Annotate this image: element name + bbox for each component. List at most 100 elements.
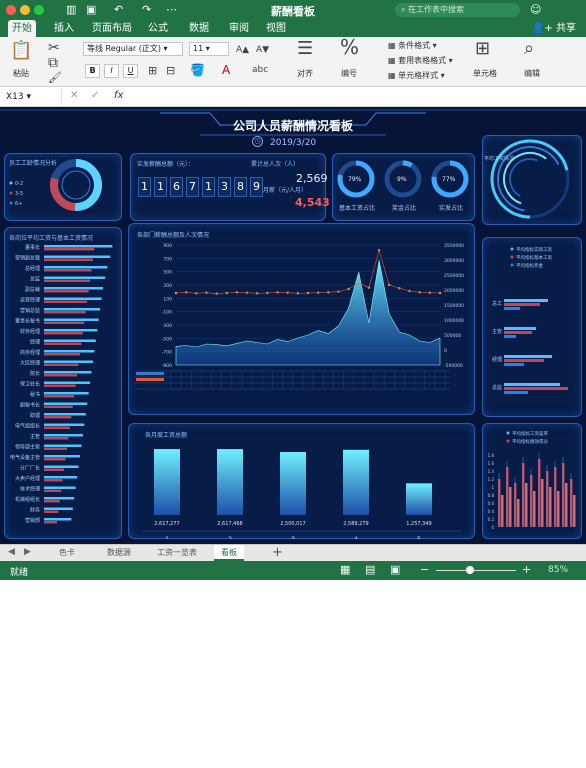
share-label: 共享 xyxy=(556,23,576,34)
zoom-slider[interactable] xyxy=(436,570,516,571)
underline-button[interactable]: U xyxy=(123,64,138,78)
rm-legend-label: 平均指标奖金 xyxy=(516,262,543,269)
zoom-slider-thumb[interactable] xyxy=(466,566,474,574)
italic-button[interactable]: I xyxy=(104,64,119,78)
position-label: 营销部 xyxy=(25,517,40,524)
font-color-icon[interactable]: A xyxy=(222,62,230,78)
monthly-bar-label: 2,500,017 xyxy=(280,521,305,527)
dept-y-right-tick: 2000000 xyxy=(444,288,464,294)
dashboard-date: 2019/3/20 xyxy=(270,138,317,148)
fx-icon[interactable]: fx xyxy=(114,90,123,101)
rm-bar xyxy=(504,355,552,358)
legend-label-1: 0-2 xyxy=(15,181,23,187)
formula-input[interactable] xyxy=(132,89,582,105)
page-layout-view-icon[interactable]: ▤ xyxy=(365,563,375,576)
font-name-select[interactable]: 等线 Regular (正文) ▾ xyxy=(83,42,183,56)
format-painter-icon[interactable]: 🖌 xyxy=(48,70,62,86)
position-avg-bar xyxy=(44,297,102,300)
position-label: 财务 xyxy=(30,507,40,514)
fill-color-icon[interactable]: 🪣 xyxy=(190,62,205,78)
next-sheet-icon[interactable]: ▶ xyxy=(24,547,31,557)
position-avg-bar xyxy=(44,245,113,248)
dept-y-left-tick: -300 xyxy=(162,323,172,329)
tab-data[interactable]: 数据 xyxy=(185,20,213,37)
tab-home[interactable]: 开始 xyxy=(8,20,36,37)
page-break-view-icon[interactable]: ▣ xyxy=(390,563,400,576)
zoom-out-icon[interactable]: − xyxy=(420,563,429,576)
rm-bar xyxy=(504,391,528,394)
add-sheet-icon[interactable]: + xyxy=(272,545,283,560)
search-edit-icon[interactable]: ⌕ xyxy=(524,40,534,58)
increase-font-icon[interactable]: A▲ xyxy=(236,42,249,58)
rm-bar xyxy=(504,363,524,366)
confirm-formula-icon[interactable]: ✓ xyxy=(91,90,99,101)
dept-y-right-tick: 2500000 xyxy=(444,273,464,279)
rm-bar xyxy=(504,299,548,302)
rb-bar xyxy=(525,483,528,527)
sheet-tab-dashboard[interactable]: 看板 xyxy=(214,545,244,561)
radial-label: 平均工资情况 xyxy=(484,156,515,162)
sheet-search-input[interactable]: ⌕ 在工作表中搜索 xyxy=(395,3,520,17)
position-label: 大区经理 xyxy=(20,360,40,367)
dept-y-right-tick: 0 xyxy=(444,348,447,354)
rm-category: 总工 xyxy=(492,300,502,307)
position-avg-bar xyxy=(44,476,78,479)
borders-icon[interactable]: ⊞ xyxy=(148,63,157,79)
decrease-font-icon[interactable]: A▼ xyxy=(256,42,269,58)
percent-icon[interactable]: % xyxy=(340,37,359,57)
merge-icon[interactable]: ⊟ xyxy=(166,63,175,79)
cancel-formula-icon[interactable]: ✕ xyxy=(70,90,78,101)
conditional-format-button[interactable]: ▦ 条件格式 ▾ xyxy=(388,40,437,51)
paste-icon[interactable]: 📋 xyxy=(10,42,32,60)
rb-bar xyxy=(517,499,520,527)
normal-view-icon[interactable]: ▦ xyxy=(340,563,350,576)
rb-legend-label: 平均指标绩效得分 xyxy=(512,438,548,445)
monthly-category: 5 xyxy=(417,536,421,539)
rb-bar xyxy=(522,463,525,527)
position-label: 运营经理 xyxy=(20,297,40,304)
sheet-tab-datasource[interactable]: 数据源 xyxy=(100,545,138,561)
prev-sheet-icon[interactable]: ◀ xyxy=(8,547,15,557)
sheet-tab-colors[interactable]: 色卡 xyxy=(52,545,82,561)
position-base-bar xyxy=(44,248,95,251)
bold-button[interactable]: B xyxy=(85,64,100,78)
dept-y-left-tick: 700 xyxy=(163,256,172,262)
rm-category: 经理 xyxy=(492,356,502,363)
sheet-tab-salary-list[interactable]: 工资一览表 xyxy=(150,545,204,561)
position-base-bar xyxy=(44,279,91,282)
position-avg-bar xyxy=(44,350,95,353)
status-bar: 就绪 ▦ ▤ ▣ − + 85% xyxy=(0,561,586,580)
gauge-2-pct: 9% xyxy=(397,176,407,183)
user-icon[interactable]: ☺ xyxy=(530,3,541,17)
phonetic-icon[interactable]: abc xyxy=(252,62,268,78)
copy-icon[interactable]: ⧉ xyxy=(48,55,58,71)
zoom-in-icon[interactable]: + xyxy=(522,563,531,576)
rb-bar xyxy=(541,479,544,527)
rb-bar xyxy=(509,487,512,527)
tab-formulas[interactable]: 公式 xyxy=(144,20,172,37)
cell-styles-button[interactable]: ▦ 单元格样式 ▾ xyxy=(388,70,445,81)
position-label: 营销总监 xyxy=(20,307,40,314)
align-icon[interactable]: ☰ xyxy=(297,40,313,58)
rm-bar xyxy=(504,335,516,338)
cells-icon[interactable]: ⊞ xyxy=(475,40,490,58)
tab-page-layout[interactable]: 页面布局 xyxy=(88,20,136,37)
share-button[interactable]: 👤+ 共享 xyxy=(532,20,576,37)
share-icon: 👤+ xyxy=(531,23,556,34)
tab-insert[interactable]: 插入 xyxy=(50,20,78,37)
dept-y-left-tick: -100 xyxy=(162,310,172,316)
position-label: 总经理 xyxy=(25,265,40,272)
monthly-category: 3 xyxy=(291,536,295,539)
tab-view[interactable]: 视图 xyxy=(262,20,290,37)
font-size-select[interactable]: 11 ▾ xyxy=(189,42,229,56)
name-box[interactable]: X13 ▾ xyxy=(0,89,62,105)
dashboard: 公司人员薪酬情况看板 ◷ 2019/3/20 员工工龄情况分析 0-2 3-5 … xyxy=(0,107,586,544)
tab-review[interactable]: 审阅 xyxy=(225,20,253,37)
rm-bar xyxy=(504,383,560,386)
table-format-button[interactable]: ▦ 套用表格格式 ▾ xyxy=(388,55,453,66)
legend-label-3: 6+ xyxy=(15,201,22,207)
total-label: 实发薪酬总额（元）： xyxy=(137,161,195,168)
position-label: 主管 xyxy=(30,433,40,440)
cut-icon[interactable]: ✂ xyxy=(48,40,60,56)
position-avg-bar xyxy=(44,413,86,416)
